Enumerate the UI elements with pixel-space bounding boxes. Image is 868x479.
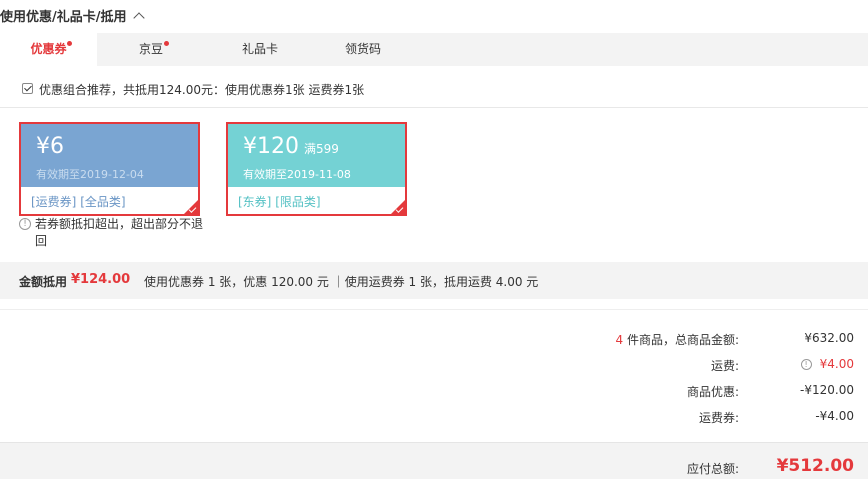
coupon-amount: ¥120 满599 — [243, 134, 339, 159]
coupon-condition: 满599 — [304, 142, 339, 156]
divider — [0, 309, 868, 310]
shipping-label: 运费: — [710, 359, 739, 373]
coupon-valid-date: 有效期至2019-11-08 — [243, 168, 351, 181]
payable-label: 应付总额: — [686, 462, 739, 476]
deduction-detail: 使用优惠券 1 张，优惠 120.00 元 ｜使用运费券 1 张，抵用运费 4.… — [144, 275, 539, 289]
goods-total-label: 4 件商品，总商品金额: — [615, 333, 740, 347]
deduction-label: 金额抵用 — [19, 275, 68, 289]
coupon-section-header[interactable]: 使用优惠/礼品卡/抵用 — [0, 6, 145, 25]
discount-tabs: 优惠券 京豆 礼品卡 领货码 — [0, 33, 868, 66]
discount-value: -¥120.00 — [800, 383, 854, 397]
shipping-coupon-value: -¥4.00 — [815, 409, 854, 423]
coupon-valid-date: 有效期至2019-12-04 — [36, 168, 144, 181]
combo-recommend-checkbox[interactable] — [22, 83, 33, 94]
coupon-face: ¥120 满599 有效期至2019-11-08 — [228, 124, 405, 187]
shipping-row: 运费: ! ¥4.00 — [0, 357, 868, 377]
tab-coupons-badge — [67, 41, 72, 46]
goods-total-value: ¥632.00 — [804, 331, 854, 345]
chevron-up-icon[interactable] — [132, 12, 145, 24]
coupon-overflow-note: ! 若券额抵扣超出，超出部分不退回 — [19, 216, 209, 250]
section-title: 使用优惠/礼品卡/抵用 — [0, 10, 127, 25]
info-icon: ! — [19, 218, 31, 230]
tab-jingdou-badge — [164, 41, 169, 46]
shipping-coupon-label: 运费券: — [698, 411, 739, 425]
tab-jingdou-label: 京豆 — [138, 42, 163, 56]
tab-pickup-code-label: 领货码 — [344, 42, 381, 56]
coupon-tags: [运费券] [全品类] — [31, 193, 126, 210]
shipping-coupon-row: 运费券: -¥4.00 — [0, 409, 868, 429]
tab-coupons-label: 优惠券 — [30, 42, 67, 56]
coupon-tags: [东券] [限品类] — [238, 193, 321, 210]
note-text: 若券额抵扣超出，超出部分不退回 — [35, 217, 204, 248]
goods-total-row: 4 件商品，总商品金额: ¥632.00 — [0, 331, 868, 351]
deduction-summary: 金额抵用 ¥124.00 使用优惠券 1 张，优惠 120.00 元 ｜使用运费… — [0, 262, 868, 299]
tab-gift-card-label: 礼品卡 — [241, 42, 278, 56]
coupon-tag: [全品类] — [80, 195, 126, 209]
tab-pickup-code[interactable]: 领货码 — [325, 33, 401, 66]
discount-label: 商品优惠: — [686, 385, 739, 399]
tab-coupons[interactable]: 优惠券 — [0, 33, 97, 66]
coupon-tag: [运费券] — [31, 195, 77, 209]
discount-row: 商品优惠: -¥120.00 — [0, 383, 868, 403]
payable-value: ¥512.00 — [776, 456, 854, 476]
combo-recommend-text: 优惠组合推荐，共抵用124.00元：使用优惠券1张 运费券1张 — [39, 83, 365, 97]
deduction-amount: ¥124.00 — [71, 272, 131, 287]
shipping-value: ! ¥4.00 — [800, 357, 854, 371]
coupon-tag: [东券] — [238, 195, 272, 209]
tab-jingdou[interactable]: 京豆 — [113, 33, 189, 66]
coupon-card-jd[interactable]: ¥120 满599 有效期至2019-11-08 [东券] [限品类] — [226, 122, 407, 216]
coupon-card-shipping[interactable]: ¥6 有效期至2019-12-04 [运费券] [全品类] — [19, 122, 200, 216]
coupon-tag: [限品类] — [275, 195, 321, 209]
tab-gift-card[interactable]: 礼品卡 — [222, 33, 298, 66]
info-icon[interactable]: ! — [800, 358, 812, 370]
payable-bar: 应付总额: ¥512.00 — [0, 442, 868, 479]
combo-recommend-row: 优惠组合推荐，共抵用124.00元：使用优惠券1张 运费券1张 — [0, 67, 868, 108]
coupon-amount: ¥6 — [36, 134, 64, 159]
coupon-face: ¥6 有效期至2019-12-04 — [21, 124, 198, 187]
